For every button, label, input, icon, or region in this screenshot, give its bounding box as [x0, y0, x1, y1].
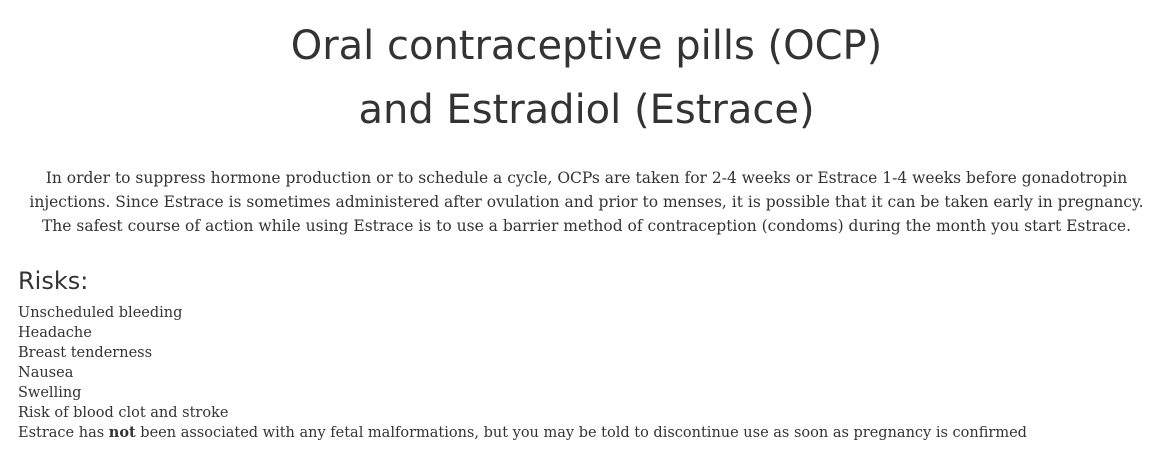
intro-line-1: In order to suppress hormone production … [45, 169, 1128, 187]
risk-item-fetal-malformations-note: Estrace has not been associated with any… [18, 423, 1158, 443]
note-text-after: been associated with any fetal malformat… [135, 425, 1027, 441]
intro-line-3: The safest course of action while using … [41, 217, 1132, 235]
risk-item-blood-clot-stroke: Risk of blood clot and stroke [18, 405, 229, 421]
note-text-before: Estrace has [18, 425, 109, 441]
risk-item-headache: Headache [18, 325, 92, 341]
risk-item-unscheduled-bleeding: Unscheduled bleeding [18, 305, 183, 321]
note-emphasis: not [108, 424, 136, 441]
page: Oral contraceptive pills (OCP) and Estra… [0, 0, 1173, 461]
risks-list: Unscheduled bleeding Headache Breast ten… [18, 303, 1158, 443]
intro-paragraph: In order to suppress hormone production … [18, 166, 1155, 238]
risk-item-nausea: Nausea [18, 365, 74, 381]
intro-line-2: injections. Since Estrace is sometimes a… [29, 193, 1144, 211]
page-title-line-1: Oral contraceptive pills (OCP) [290, 23, 883, 69]
page-title: Oral contraceptive pills (OCP) and Estra… [0, 14, 1173, 142]
risk-item-swelling: Swelling [18, 385, 82, 401]
risk-item-breast-tenderness: Breast tenderness [18, 345, 153, 361]
risks-heading: Risks: [18, 267, 89, 295]
page-title-line-2: and Estradiol (Estrace) [358, 87, 815, 133]
